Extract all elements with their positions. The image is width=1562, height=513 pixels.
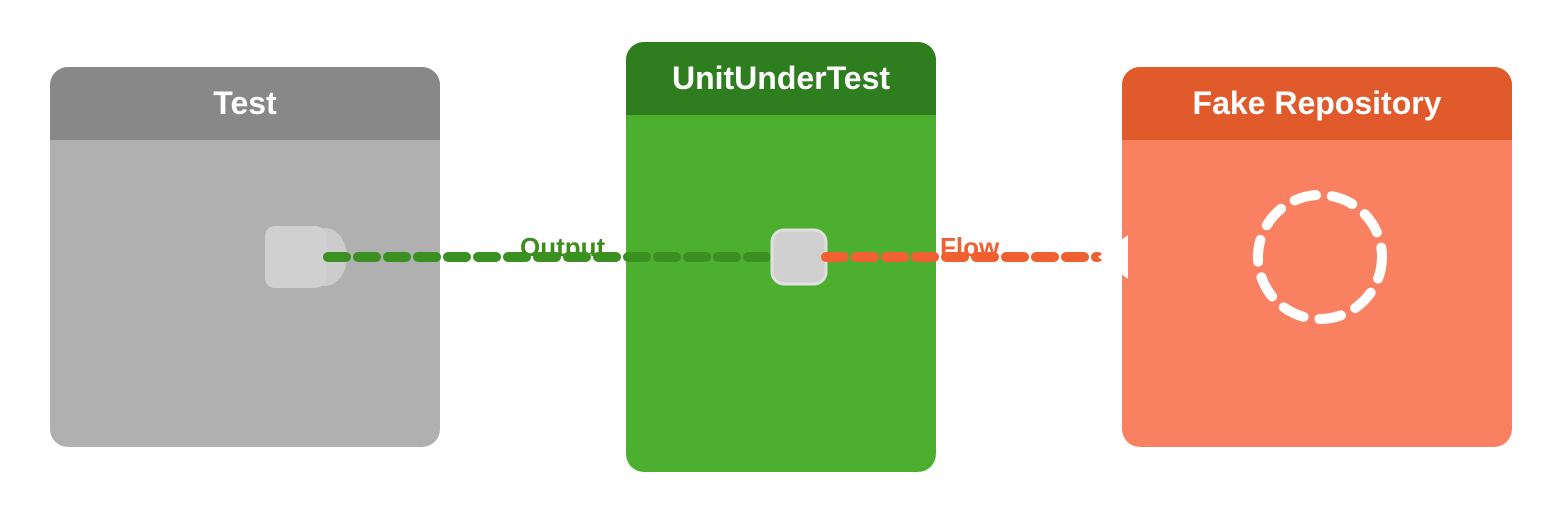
flow-arrow <box>1098 235 1128 279</box>
unit-port <box>772 230 826 284</box>
fake-dashed-circle <box>1258 195 1382 319</box>
connections-svg <box>50 42 1512 472</box>
diagram: Test UnitUnderTest Fake Repository Outpu… <box>50 42 1512 472</box>
